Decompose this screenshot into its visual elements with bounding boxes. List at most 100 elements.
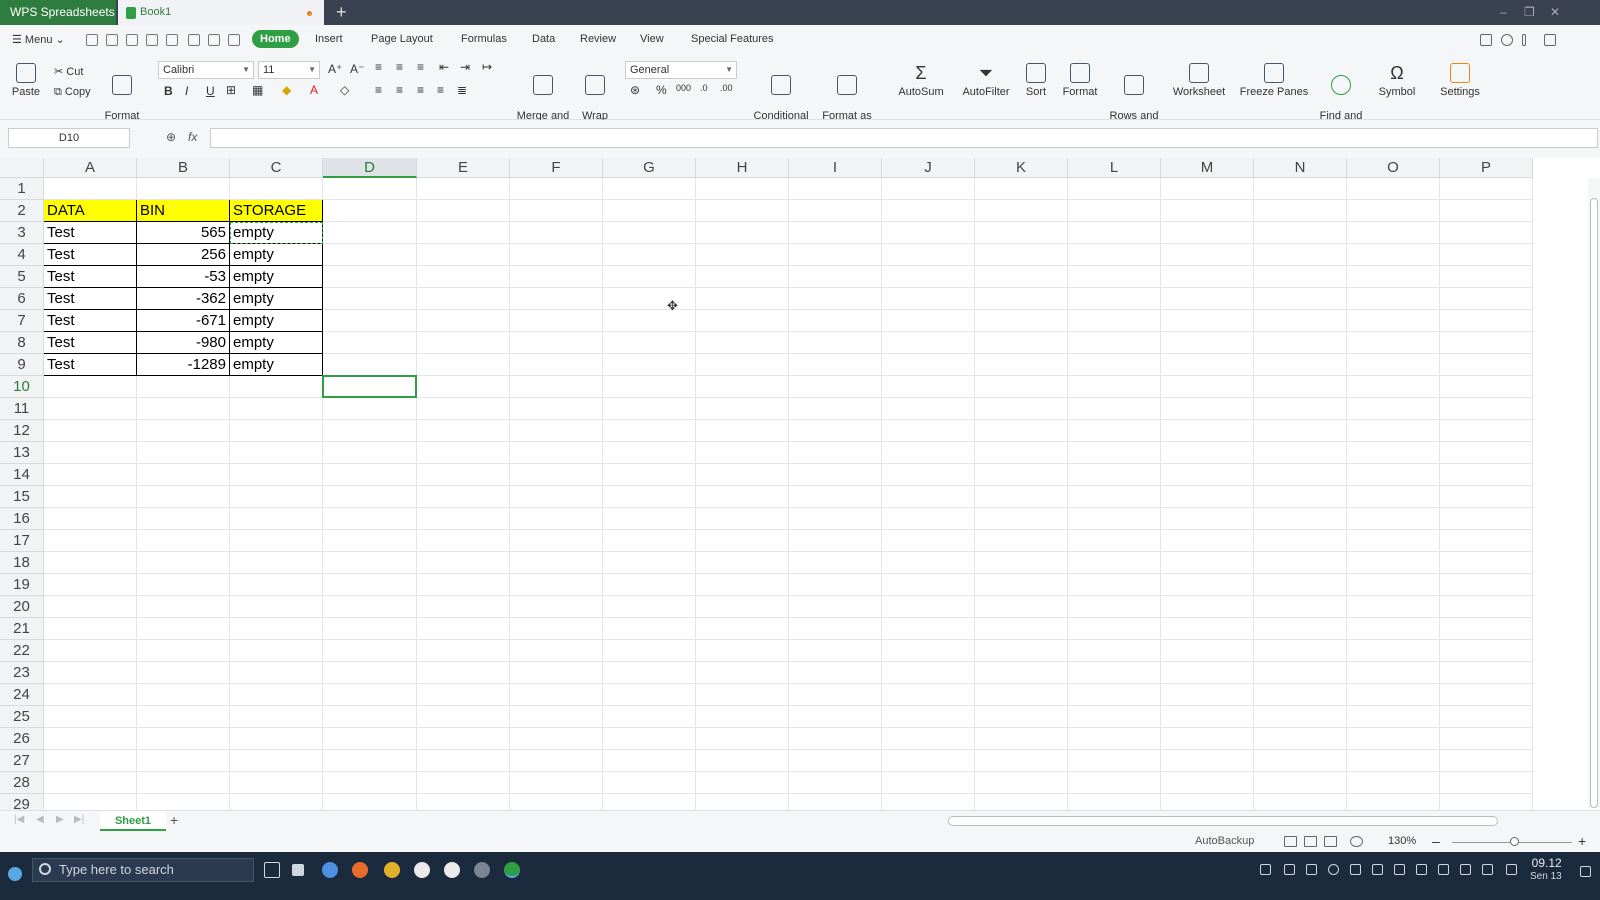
- cell-b5[interactable]: -53: [137, 266, 230, 288]
- autobackup-button[interactable]: AutoBackup: [1195, 835, 1254, 847]
- print-preview-icon[interactable]: [166, 34, 178, 46]
- battery-icon[interactable]: [1394, 864, 1405, 875]
- print-icon[interactable]: [146, 34, 158, 46]
- close-button[interactable]: ✕: [1550, 0, 1560, 25]
- next-sheet-icon[interactable]: ▶: [56, 814, 64, 825]
- taskbar-search-box[interactable]: Type here to search: [32, 858, 254, 882]
- row-header-18[interactable]: 18: [0, 552, 44, 574]
- column-header-o[interactable]: O: [1347, 158, 1440, 178]
- increase-font-icon[interactable]: A⁺: [328, 62, 342, 76]
- cell-c5[interactable]: empty: [230, 266, 323, 288]
- restore-button[interactable]: ❐: [1524, 0, 1535, 25]
- name-box[interactable]: D10: [8, 128, 130, 148]
- borders-icon[interactable]: ⊞: [226, 83, 236, 97]
- row-header-2[interactable]: 2: [0, 200, 44, 222]
- notification-icon[interactable]: [1580, 866, 1591, 877]
- formula-input[interactable]: [210, 128, 1598, 148]
- row-header-13[interactable]: 13: [0, 442, 44, 464]
- tab-view[interactable]: View: [640, 33, 664, 45]
- font-size-select[interactable]: 11 ▼: [258, 61, 320, 79]
- tab-home[interactable]: Home: [252, 30, 299, 48]
- wps-spreadsheets-icon[interactable]: [504, 862, 520, 878]
- cell-c7[interactable]: empty: [230, 310, 323, 332]
- row-header-7[interactable]: 7: [0, 310, 44, 332]
- sheet-tab-sheet1[interactable]: Sheet1: [100, 811, 166, 831]
- font-name-select[interactable]: Calibri ▼: [158, 61, 254, 79]
- save-icon[interactable]: [106, 34, 118, 46]
- row-header-3[interactable]: 3: [0, 222, 44, 244]
- vertical-scrollbar[interactable]: [1588, 178, 1600, 808]
- tray-expand-icon[interactable]: [1460, 864, 1471, 875]
- settings-button[interactable]: Settings: [1432, 63, 1488, 98]
- column-header-k[interactable]: K: [975, 158, 1068, 178]
- column-header-p[interactable]: P: [1440, 158, 1533, 178]
- keyboard-icon[interactable]: [1506, 864, 1517, 875]
- align-right-icon[interactable]: ≡: [417, 83, 424, 97]
- tab-page-layout[interactable]: Page Layout: [371, 33, 433, 45]
- cell-b4[interactable]: 256: [137, 244, 230, 266]
- row-header-11[interactable]: 11: [0, 398, 44, 420]
- clipboard-tray-icon[interactable]: [1350, 864, 1361, 875]
- sort-button[interactable]: Sort: [1020, 63, 1052, 98]
- trash-icon[interactable]: [1260, 864, 1271, 875]
- symbol-button[interactable]: Ω Symbol: [1370, 63, 1424, 98]
- row-header-5[interactable]: 5: [0, 266, 44, 288]
- column-header-n[interactable]: N: [1254, 158, 1347, 178]
- row-header-17[interactable]: 17: [0, 530, 44, 552]
- row-header-24[interactable]: 24: [0, 684, 44, 706]
- clear-format-icon[interactable]: ◇: [340, 83, 349, 97]
- tab-formulas[interactable]: Formulas: [461, 33, 507, 45]
- customize-quick-access-icon[interactable]: [228, 34, 240, 46]
- app-icon[interactable]: [414, 862, 430, 878]
- cell-a4[interactable]: Test: [44, 244, 137, 266]
- notes-icon[interactable]: [1284, 864, 1295, 875]
- collapse-ribbon-icon[interactable]: [1544, 34, 1556, 46]
- row-header-9[interactable]: 9: [0, 354, 44, 376]
- insert-function-icon[interactable]: fx: [188, 130, 197, 144]
- new-tab-button[interactable]: +: [336, 0, 347, 24]
- document-icon[interactable]: [1480, 34, 1492, 46]
- thousands-separator-icon[interactable]: 000: [676, 83, 691, 93]
- cell-b3[interactable]: 565: [137, 222, 230, 244]
- autofilter-button[interactable]: ⏷ AutoFilter: [956, 63, 1016, 98]
- column-header-f[interactable]: F: [510, 158, 603, 178]
- volume-icon[interactable]: [1372, 864, 1383, 875]
- zoom-out-button[interactable]: –: [1432, 833, 1440, 849]
- cut-button[interactable]: ✂ Cut: [54, 65, 83, 78]
- header-cell-c2[interactable]: STORAGE: [230, 200, 323, 222]
- justify-icon[interactable]: ≡: [437, 83, 444, 97]
- page-layout-view-icon[interactable]: [1304, 836, 1317, 847]
- undo-icon[interactable]: [188, 34, 200, 46]
- autosum-button[interactable]: Σ AutoSum: [892, 63, 950, 98]
- row-header-22[interactable]: 22: [0, 640, 44, 662]
- cell-a3[interactable]: Test: [44, 222, 137, 244]
- column-header-d[interactable]: D: [323, 158, 417, 178]
- header-cell-a2[interactable]: DATA: [44, 200, 137, 222]
- zoom-level[interactable]: 130%: [1388, 835, 1416, 847]
- document-tab[interactable]: Book1: [118, 0, 324, 25]
- app-grid-icon[interactable]: [292, 864, 304, 876]
- row-header-15[interactable]: 15: [0, 486, 44, 508]
- worksheet-button[interactable]: Worksheet: [1168, 63, 1230, 98]
- tab-review[interactable]: Review: [580, 33, 616, 45]
- column-header-j[interactable]: J: [882, 158, 975, 178]
- row-header-14[interactable]: 14: [0, 464, 44, 486]
- system-clock[interactable]: 09.12 Sen 13: [1530, 856, 1562, 884]
- page-break-view-icon[interactable]: [1324, 836, 1337, 847]
- column-header-m[interactable]: M: [1161, 158, 1254, 178]
- normal-view-icon[interactable]: [1284, 836, 1297, 847]
- spreadsheet-grid[interactable]: ABCDEFGHIJKLMNOP 1 2 3 4 5 6 7 8 9 10 11 12 13 14 15 16…: [0, 158, 1600, 828]
- percent-button[interactable]: %: [656, 83, 667, 97]
- cell-a5[interactable]: Test: [44, 266, 137, 288]
- format-button[interactable]: Format: [1058, 63, 1102, 98]
- minimize-button[interactable]: –: [1500, 0, 1507, 25]
- column-header-l[interactable]: L: [1068, 158, 1161, 178]
- cell-b6[interactable]: -362: [137, 288, 230, 310]
- decrease-indent-icon[interactable]: ⇤: [439, 60, 449, 74]
- cell-b7[interactable]: -671: [137, 310, 230, 332]
- column-header-a[interactable]: A: [44, 158, 137, 178]
- align-top-icon[interactable]: ≡: [375, 60, 382, 74]
- horizontal-scrollbar[interactable]: [948, 816, 1498, 826]
- align-center-icon[interactable]: ≡: [396, 83, 403, 97]
- increase-indent-icon[interactable]: ⇥: [460, 60, 470, 74]
